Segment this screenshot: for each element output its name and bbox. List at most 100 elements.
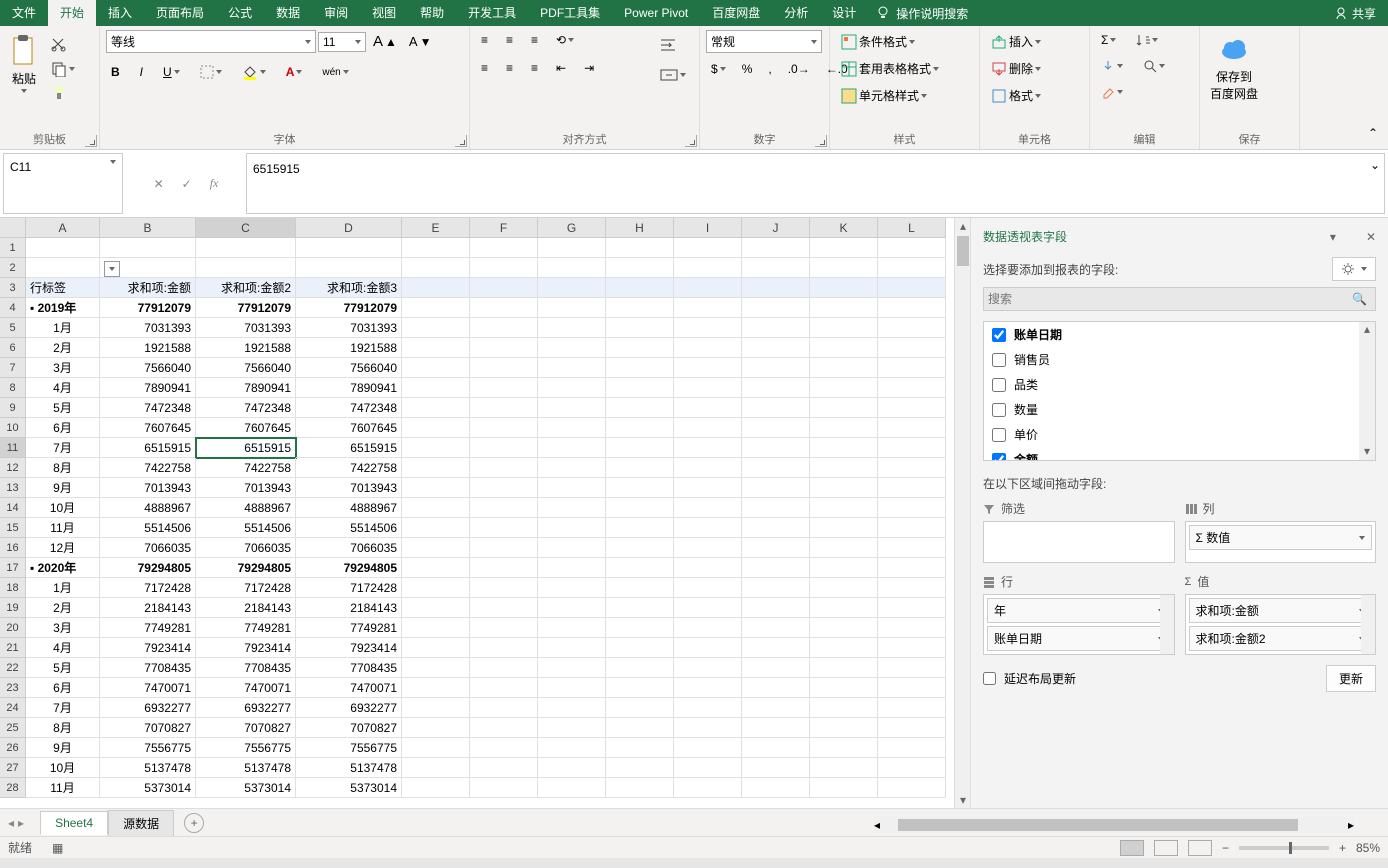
cell[interactable] — [878, 598, 946, 618]
cell[interactable]: 1921588 — [100, 338, 196, 358]
row-header[interactable]: 15 — [0, 518, 26, 538]
cell[interactable]: 11月 — [26, 778, 100, 798]
tab-analysis[interactable]: 分析 — [772, 0, 820, 26]
field-item[interactable]: 账单日期 — [984, 322, 1375, 347]
cell[interactable] — [470, 558, 538, 578]
conditional-format-button[interactable]: 条件格式 — [836, 30, 920, 53]
cell[interactable]: 7566040 — [196, 358, 296, 378]
cell[interactable] — [878, 618, 946, 638]
cell[interactable] — [538, 338, 606, 358]
cell[interactable]: 77912079 — [100, 298, 196, 318]
row-header[interactable]: 24 — [0, 698, 26, 718]
cell[interactable] — [538, 238, 606, 258]
cell[interactable] — [606, 658, 674, 678]
cell[interactable] — [26, 238, 100, 258]
comma-button[interactable]: , — [763, 59, 776, 79]
column-header[interactable]: E — [402, 218, 470, 238]
cell[interactable] — [402, 318, 470, 338]
cell[interactable] — [810, 598, 878, 618]
cell[interactable]: 7890941 — [296, 378, 402, 398]
cell[interactable] — [538, 518, 606, 538]
increase-indent-button[interactable]: ⇥ — [579, 58, 599, 78]
increase-font-button[interactable]: A▲ — [368, 30, 402, 53]
cell[interactable]: 2月 — [26, 338, 100, 358]
column-header[interactable]: B — [100, 218, 196, 238]
cell[interactable] — [606, 678, 674, 698]
field-item[interactable]: 单价 — [984, 422, 1375, 447]
cell[interactable] — [538, 478, 606, 498]
cell[interactable] — [606, 558, 674, 578]
fx-button[interactable]: fx — [210, 176, 219, 191]
row-label-filter-button[interactable] — [104, 261, 120, 277]
cell[interactable] — [810, 318, 878, 338]
row-header[interactable]: 27 — [0, 758, 26, 778]
cell[interactable] — [402, 738, 470, 758]
cell[interactable] — [402, 778, 470, 798]
cell[interactable] — [470, 618, 538, 638]
align-left-button[interactable]: ≡ — [476, 58, 493, 78]
cell[interactable] — [810, 418, 878, 438]
cell[interactable] — [538, 558, 606, 578]
cell[interactable] — [878, 498, 946, 518]
cell[interactable] — [470, 258, 538, 278]
cell[interactable]: 7749281 — [100, 618, 196, 638]
field-search[interactable]: 🔍 — [983, 287, 1376, 311]
cell[interactable] — [402, 558, 470, 578]
view-pagelayout-button[interactable] — [1154, 840, 1178, 856]
cell[interactable] — [538, 278, 606, 298]
cell[interactable] — [674, 558, 742, 578]
cell[interactable] — [674, 478, 742, 498]
column-header[interactable]: A — [26, 218, 100, 238]
tab-nav-next[interactable]: ▸ — [18, 816, 24, 830]
phonetic-button[interactable]: wén — [317, 64, 353, 81]
orientation-button[interactable]: ⟲ — [551, 30, 579, 50]
scroll-thumb[interactable] — [957, 236, 969, 266]
cell[interactable]: 1921588 — [196, 338, 296, 358]
tab-insert[interactable]: 插入 — [96, 0, 144, 26]
cell[interactable] — [674, 378, 742, 398]
italic-button[interactable]: I — [135, 62, 148, 82]
cell[interactable] — [538, 658, 606, 678]
cell[interactable]: 2184143 — [196, 598, 296, 618]
cell[interactable]: 5137478 — [100, 758, 196, 778]
cell[interactable] — [470, 278, 538, 298]
cell[interactable]: 11月 — [26, 518, 100, 538]
row-header[interactable]: 14 — [0, 498, 26, 518]
cell[interactable]: 7890941 — [100, 378, 196, 398]
spreadsheet-grid[interactable]: ABCDEFGHIJKL 123456789101112131415161718… — [0, 218, 954, 808]
hscroll-left[interactable]: ◂ — [874, 818, 880, 832]
cell[interactable]: 7607645 — [296, 418, 402, 438]
cell[interactable] — [296, 258, 402, 278]
cell[interactable] — [402, 598, 470, 618]
cell[interactable] — [810, 518, 878, 538]
number-format-select[interactable]: 常规 — [706, 30, 822, 53]
cell[interactable] — [810, 458, 878, 478]
cell[interactable] — [538, 618, 606, 638]
cell[interactable]: 2月 — [26, 598, 100, 618]
cell[interactable]: 79294805 — [100, 558, 196, 578]
cell[interactable] — [538, 758, 606, 778]
cell[interactable] — [878, 758, 946, 778]
cell[interactable]: 1月 — [26, 318, 100, 338]
cell[interactable] — [810, 498, 878, 518]
row-header[interactable]: 18 — [0, 578, 26, 598]
cell[interactable] — [810, 438, 878, 458]
cell[interactable] — [674, 518, 742, 538]
zoom-slider[interactable] — [1239, 846, 1329, 850]
cell[interactable]: 7470071 — [196, 678, 296, 698]
cell[interactable]: 7470071 — [100, 678, 196, 698]
cell[interactable] — [606, 578, 674, 598]
tab-pdf[interactable]: PDF工具集 — [528, 0, 612, 26]
cell[interactable] — [674, 458, 742, 478]
field-search-input[interactable] — [984, 288, 1344, 310]
cell[interactable]: 7066035 — [296, 538, 402, 558]
cell[interactable] — [402, 658, 470, 678]
cell[interactable] — [878, 538, 946, 558]
cell[interactable] — [606, 718, 674, 738]
cell[interactable] — [878, 778, 946, 798]
underline-button[interactable]: U — [158, 62, 185, 82]
cell[interactable] — [674, 698, 742, 718]
column-header[interactable]: D — [296, 218, 402, 238]
cell[interactable]: 7422758 — [296, 458, 402, 478]
macro-record-icon[interactable]: ▦ — [52, 841, 63, 855]
